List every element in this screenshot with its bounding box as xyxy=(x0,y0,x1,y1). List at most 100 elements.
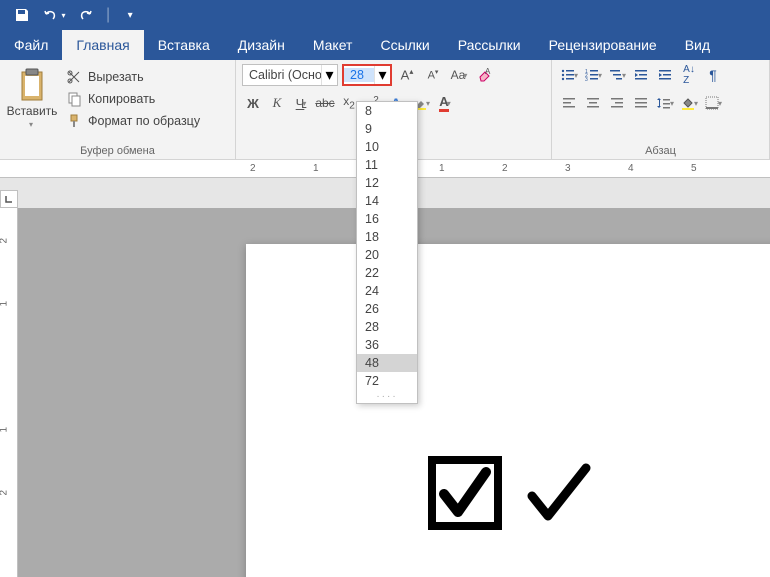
pilcrow-icon: ¶ xyxy=(709,67,717,83)
format-painter-button[interactable]: Формат по образцу xyxy=(62,111,204,131)
bold-button[interactable]: Ж xyxy=(242,92,264,114)
tab-mailings[interactable]: Рассылки xyxy=(444,30,535,60)
increase-indent-button[interactable] xyxy=(654,64,676,86)
ribbon-tabs: Файл Главная Вставка Дизайн Макет Ссылки… xyxy=(0,30,770,60)
page[interactable] xyxy=(246,244,770,577)
ribbon-group-clipboard: Вставить ▾ Вырезать Копировать Формат по… xyxy=(0,60,236,159)
scissors-icon xyxy=(66,69,82,85)
underline-button[interactable]: Ч▾ xyxy=(290,92,312,114)
font-size-dropdown: 891011121416182022242628364872···· xyxy=(356,101,418,404)
save-icon xyxy=(14,7,30,23)
decrease-indent-button[interactable] xyxy=(630,64,652,86)
tab-layout[interactable]: Макет xyxy=(299,30,367,60)
clipboard-icon xyxy=(16,68,48,102)
show-marks-button[interactable]: ¶ xyxy=(702,64,724,86)
font-size-option[interactable]: 28 xyxy=(357,318,417,336)
font-size-option[interactable]: 16 xyxy=(357,210,417,228)
ruler-mark: 2 xyxy=(0,238,10,244)
tab-stop-selector[interactable] xyxy=(0,190,18,208)
cut-label: Вырезать xyxy=(88,70,144,84)
increase-font-button[interactable]: A▴ xyxy=(396,64,418,86)
sort-button[interactable]: A↓Z xyxy=(678,64,700,86)
font-size-option[interactable]: 26 xyxy=(357,300,417,318)
redo-icon xyxy=(78,7,94,23)
tab-design[interactable]: Дизайн xyxy=(224,30,299,60)
align-center-icon xyxy=(585,95,601,111)
font-color-button[interactable]: A▾ xyxy=(434,92,456,114)
line-spacing-button[interactable]: ▾ xyxy=(654,92,676,114)
increase-font-icon: A▴ xyxy=(401,67,414,82)
eraser-icon: A xyxy=(477,67,493,83)
customize-qat-button[interactable]: ▾ xyxy=(116,3,144,27)
paragraph-group-label: Абзац xyxy=(558,143,763,157)
strikethrough-button[interactable]: abc xyxy=(314,92,336,114)
brush-icon xyxy=(66,113,82,129)
borders-button[interactable]: ▾ xyxy=(702,92,724,114)
ruler-mark: 5 xyxy=(691,163,697,174)
ruler-mark: 1 xyxy=(313,163,319,174)
undo-button[interactable]: ▾ xyxy=(40,3,68,27)
tab-review[interactable]: Рецензирование xyxy=(535,30,671,60)
cut-button[interactable]: Вырезать xyxy=(62,67,204,87)
ruler-mark: 3 xyxy=(565,163,571,174)
sort-icon: A↓Z xyxy=(683,64,695,86)
quick-access-toolbar: ▾ | ▾ xyxy=(0,0,770,30)
change-case-button[interactable]: Aa▾ xyxy=(448,64,470,86)
font-size-option[interactable]: 14 xyxy=(357,192,417,210)
justify-button[interactable] xyxy=(630,92,652,114)
align-right-button[interactable] xyxy=(606,92,628,114)
font-size-option[interactable]: 9 xyxy=(357,120,417,138)
ruler-mark: 4 xyxy=(628,163,634,174)
decrease-font-button[interactable]: A▾ xyxy=(422,64,444,86)
font-size-option[interactable]: 24 xyxy=(357,282,417,300)
copy-icon xyxy=(66,91,82,107)
copy-button[interactable]: Копировать xyxy=(62,89,204,109)
font-size-option[interactable]: 12 xyxy=(357,174,417,192)
italic-button[interactable]: К xyxy=(266,92,288,114)
checkbox-symbol xyxy=(426,454,504,532)
font-size-combo[interactable]: 28 ▾ xyxy=(342,64,392,86)
undo-dropdown-arrow[interactable]: ▾ xyxy=(61,11,65,20)
redo-button[interactable] xyxy=(72,3,100,27)
save-button[interactable] xyxy=(8,3,36,27)
paste-button[interactable]: Вставить ▾ xyxy=(6,64,58,133)
font-size-option[interactable]: 20 xyxy=(357,246,417,264)
decrease-font-icon: A▾ xyxy=(428,68,439,82)
font-size-option[interactable]: 36 xyxy=(357,336,417,354)
numbering-button[interactable]: 123▾ xyxy=(582,64,604,86)
align-left-icon xyxy=(561,95,577,111)
vertical-ruler[interactable]: 2112 xyxy=(0,208,18,577)
font-size-option[interactable]: 8 xyxy=(357,102,417,120)
tab-file[interactable]: Файл xyxy=(0,30,62,60)
font-size-option[interactable]: 11 xyxy=(357,156,417,174)
outdent-icon xyxy=(633,67,649,83)
tab-stop-icon xyxy=(4,194,14,204)
bullets-button[interactable]: ▾ xyxy=(558,64,580,86)
font-size-option[interactable]: 10 xyxy=(357,138,417,156)
paste-dropdown-arrow: ▾ xyxy=(29,120,33,129)
ruler-mark: 1 xyxy=(439,163,445,174)
tab-view[interactable]: Вид xyxy=(671,30,724,60)
svg-text:A: A xyxy=(485,67,491,76)
undo-icon xyxy=(42,7,58,23)
format-painter-label: Формат по образцу xyxy=(88,114,200,128)
font-name-combo[interactable]: Calibri (Осно ▾ xyxy=(242,64,338,86)
paste-label: Вставить xyxy=(7,104,58,118)
align-center-button[interactable] xyxy=(582,92,604,114)
font-size-option[interactable]: 22 xyxy=(357,264,417,282)
font-size-option[interactable]: 18 xyxy=(357,228,417,246)
align-left-button[interactable] xyxy=(558,92,580,114)
tab-insert[interactable]: Вставка xyxy=(144,30,224,60)
shading-button[interactable]: ▾ xyxy=(678,92,700,114)
checkmark-symbol xyxy=(524,458,594,528)
tab-home[interactable]: Главная xyxy=(62,30,143,60)
ruler-mark: 1 xyxy=(0,301,10,307)
multilevel-list-button[interactable]: ▾ xyxy=(606,64,628,86)
justify-icon xyxy=(633,95,649,111)
clear-formatting-button[interactable]: A xyxy=(474,64,496,86)
strikethrough-icon: abc xyxy=(315,96,334,110)
font-size-option[interactable]: 48 xyxy=(357,354,417,372)
font-size-option[interactable]: 72 xyxy=(357,372,417,390)
tab-references[interactable]: Ссылки xyxy=(366,30,443,60)
chevron-down-icon: ▾ xyxy=(321,65,337,85)
